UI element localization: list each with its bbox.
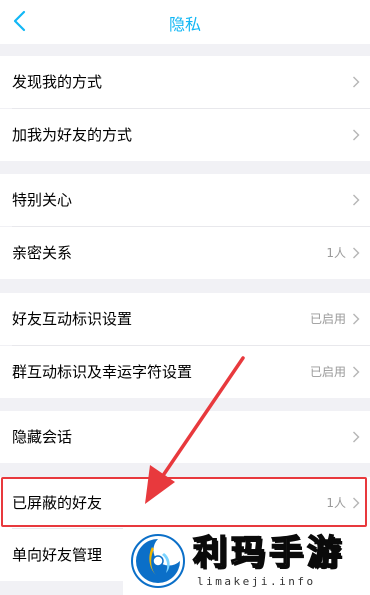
row-discover-me[interactable]: 发现我的方式 [0, 56, 370, 108]
chevron-right-icon [353, 194, 360, 206]
chevron-right-icon [353, 366, 360, 378]
highlight-box [1, 477, 367, 527]
watermark-title: 利玛手游 [192, 532, 345, 574]
row-add-friend-method[interactable]: 加我为好友的方式 [0, 109, 370, 161]
row-label: 好友互动标识设置 [12, 310, 133, 328]
chevron-right-icon [353, 247, 360, 259]
page-title: 隐私 [168, 15, 201, 34]
row-group-interaction-badge[interactable]: 群互动标识及幸运字符设置 已启用 [0, 346, 370, 398]
row-value: 1人 [326, 246, 346, 260]
row-intimate-relations[interactable]: 亲密关系 1人 [0, 227, 370, 279]
chevron-right-icon [353, 76, 360, 88]
chevron-right-icon [353, 129, 360, 141]
row-label: 加我为好友的方式 [12, 126, 133, 144]
watermark: 利玛手游 limakeji.info [123, 527, 370, 595]
watermark-logo-icon [131, 534, 185, 588]
row-label: 隐藏会话 [12, 428, 73, 446]
row-value: 已启用 [309, 365, 346, 379]
row-label: 发现我的方式 [12, 73, 103, 91]
chevron-right-icon [353, 313, 360, 325]
row-value: 已启用 [309, 312, 346, 326]
navigation-bar: 隐私 [0, 0, 370, 44]
row-friend-interaction-badge[interactable]: 好友互动标识设置 已启用 [0, 293, 370, 345]
watermark-url: limakeji.info [197, 575, 316, 588]
row-label: 单向好友管理 [12, 546, 103, 564]
row-special-care[interactable]: 特别关心 [0, 174, 370, 226]
row-hidden-sessions[interactable]: 隐藏会话 [0, 411, 370, 463]
row-label: 群互动标识及幸运字符设置 [12, 363, 193, 381]
row-label: 亲密关系 [12, 244, 73, 262]
chevron-right-icon [353, 431, 360, 443]
row-label: 特别关心 [12, 191, 73, 209]
